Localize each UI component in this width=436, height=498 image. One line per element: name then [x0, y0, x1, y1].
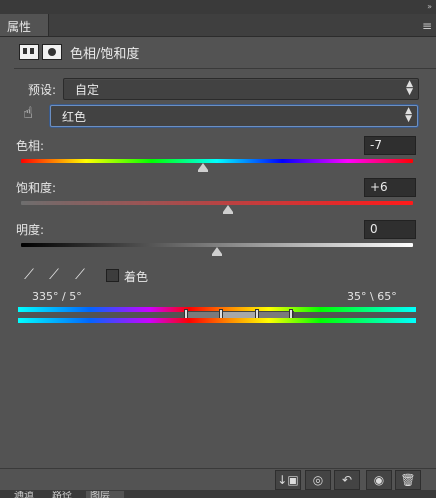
- lightness-value-input[interactable]: 0: [364, 220, 416, 239]
- tab-paths[interactable]: 路径: [52, 491, 82, 498]
- hue-slider-track[interactable]: [21, 159, 413, 163]
- select-arrows-icon: ▲ ▼: [406, 79, 413, 97]
- header-divider: [14, 68, 436, 69]
- tab-channels[interactable]: 通道: [14, 491, 44, 498]
- saturation-label: 饱和度:: [16, 181, 57, 195]
- saturation-value-input[interactable]: +6: [364, 178, 416, 197]
- clip-to-layer-icon[interactable]: ↓▣: [275, 470, 301, 490]
- mask-icon[interactable]: [42, 44, 62, 60]
- lightness-value: 0: [370, 222, 378, 236]
- adjustment-layer-icon[interactable]: [19, 44, 39, 60]
- output-color-spectrum: [18, 318, 416, 323]
- channel-select[interactable]: 红色 ▲ ▼: [50, 105, 418, 127]
- tab-properties-label: 属性: [7, 20, 32, 34]
- adjustment-bar-right: [30, 48, 34, 54]
- panel-title: 色相/饱和度: [70, 47, 140, 62]
- eyedropper-add-icon[interactable]: ⟋: [46, 266, 62, 284]
- saturation-slider-thumb[interactable]: [223, 205, 233, 214]
- preset-select[interactable]: 自定 ▲ ▼: [63, 78, 419, 100]
- visibility-icon[interactable]: ◉: [366, 470, 392, 490]
- select-arrows-icon: ▲ ▼: [405, 106, 412, 124]
- colorize-label: 着色: [124, 270, 149, 284]
- range-right-degrees: 35° \ 65°: [347, 290, 397, 303]
- targeted-adjustment-hand-icon[interactable]: ☝: [18, 103, 38, 123]
- eyedropper-icon[interactable]: ⟋: [21, 266, 37, 284]
- saturation-value: +6: [370, 180, 388, 194]
- saturation-slider-track[interactable]: [21, 201, 413, 205]
- mask-dot: [48, 48, 56, 56]
- hue-slider-thumb[interactable]: [198, 163, 208, 172]
- hue-label: 色相:: [16, 139, 45, 153]
- view-previous-icon[interactable]: ◎: [305, 470, 331, 490]
- lightness-slider-thumb[interactable]: [212, 247, 222, 256]
- hue-value-input[interactable]: -7: [364, 136, 416, 155]
- tab-properties[interactable]: 属性: [0, 14, 49, 36]
- range-left-degrees: 335° / 5°: [32, 290, 82, 303]
- panel-tab-bar: 属性 ≡: [0, 14, 436, 37]
- collapse-arrows-icon[interactable]: »: [427, 2, 432, 11]
- channel-value: 红色: [62, 110, 87, 124]
- tab-layers[interactable]: 图层: [86, 491, 124, 498]
- lightness-label: 明度:: [16, 223, 45, 237]
- reset-icon[interactable]: ↶: [334, 470, 360, 490]
- preset-value: 自定: [75, 83, 100, 97]
- preset-label: 预设:: [28, 83, 57, 97]
- panel-top-strip: »: [0, 0, 436, 14]
- hue-value: -7: [370, 138, 382, 152]
- eyedropper-subtract-icon[interactable]: ⟋: [72, 266, 88, 284]
- panel-menu-icon[interactable]: ≡: [422, 19, 432, 33]
- delete-icon[interactable]: 🗑: [395, 470, 421, 490]
- colorize-checkbox[interactable]: [106, 269, 119, 282]
- adjustment-bar-left: [23, 48, 27, 54]
